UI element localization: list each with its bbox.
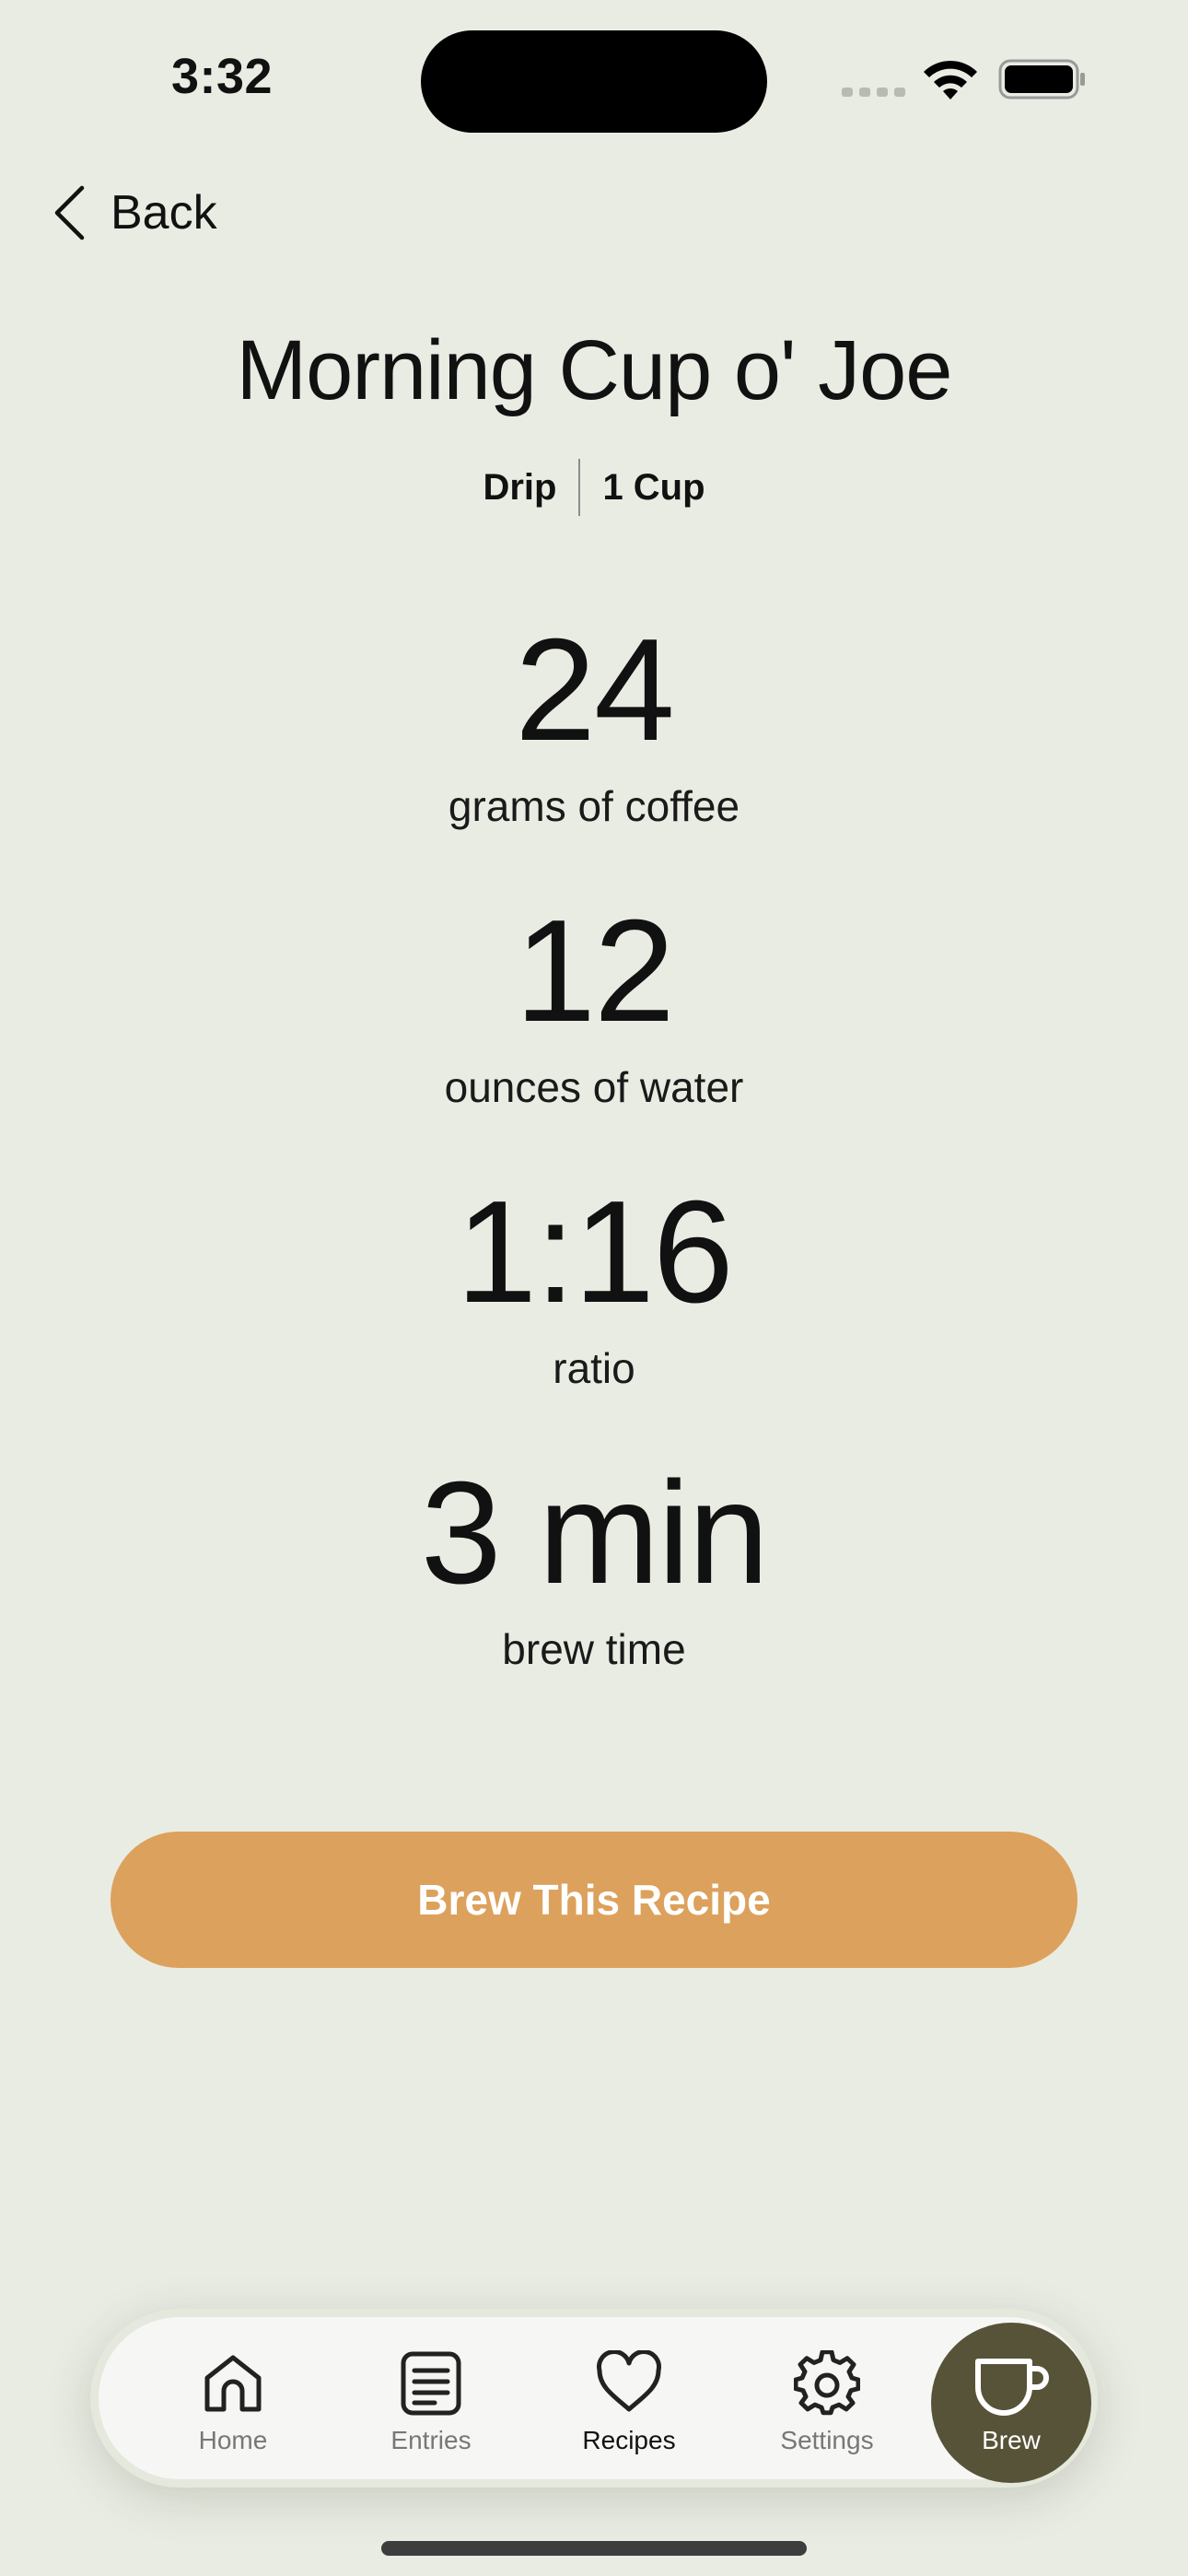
gear-icon [794, 2350, 860, 2416]
stat-value: 24 [515, 609, 675, 771]
stat-water-ounces: 12 ounces of water [0, 898, 1188, 1112]
tab-entries[interactable]: Entries [348, 2350, 514, 2455]
tab-home[interactable]: Home [150, 2350, 316, 2455]
tab-label: Home [198, 2426, 268, 2454]
tab-bar: Home Entries Recipes Settings Brew [90, 2309, 1098, 2488]
tab-brew[interactable]: Brew [931, 2323, 1091, 2483]
home-indicator [381, 2541, 807, 2556]
tab-label: Recipes [582, 2426, 676, 2454]
meta-divider [578, 459, 581, 516]
back-label: Back [111, 186, 217, 240]
cup-icon [975, 2359, 1049, 2416]
recipe-detail-screen: 3:32 Back Morning Cup o' Joe Drip 1 Cup … [0, 0, 1188, 2576]
recipe-meta: Drip 1 Cup [0, 459, 1188, 516]
stat-label: grams of coffee [448, 782, 740, 830]
cellular-signal-icon [842, 88, 905, 97]
tab-label: Entries [390, 2426, 472, 2454]
home-icon [204, 2355, 262, 2412]
stat-ratio: 1:16 ratio [0, 1179, 1188, 1393]
stat-label: ratio [553, 1344, 635, 1392]
tab-label: Settings [780, 2426, 874, 2454]
tab-settings[interactable]: Settings [744, 2350, 910, 2455]
stat-value: 1:16 [456, 1171, 734, 1333]
wifi-icon [924, 60, 977, 100]
brew-this-recipe-button[interactable]: Brew This Recipe [111, 1832, 1077, 1968]
dynamic-island [421, 30, 767, 133]
tab-recipes[interactable]: Recipes [546, 2350, 712, 2455]
battery-icon [998, 59, 1085, 100]
tab-label: Brew [982, 2426, 1041, 2454]
recipe-title: Morning Cup o' Joe [236, 323, 953, 417]
stat-value: 3 min [420, 1452, 769, 1614]
chevron-left-icon [54, 185, 85, 240]
brew-method: Drip [483, 466, 557, 508]
stat-label: brew time [502, 1625, 686, 1673]
heart-icon [597, 2350, 661, 2412]
stat-value: 12 [515, 890, 675, 1052]
stat-coffee-grams: 24 grams of coffee [0, 617, 1188, 831]
back-button[interactable]: Back [52, 181, 217, 245]
entries-icon [401, 2351, 461, 2416]
status-time: 3:32 [171, 49, 274, 104]
serving-size: 1 Cup [602, 466, 705, 508]
stat-brew-time: 3 min brew time [0, 1460, 1188, 1674]
stat-label: ounces of water [444, 1063, 744, 1111]
